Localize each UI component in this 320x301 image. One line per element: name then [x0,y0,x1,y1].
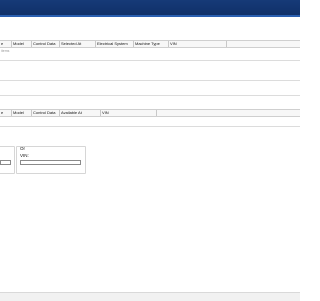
column-header-control-data[interactable]: Control Data [32,41,60,47]
column-header-electrical-system[interactable]: Electrical System [96,41,134,47]
column-header-machine-type[interactable]: Machine Type [134,41,169,47]
column-header-selected-at[interactable]: Selected At [60,41,96,47]
column-header-model[interactable]: Model [12,110,32,116]
column-header-model[interactable]: Model [12,41,32,47]
available-grid-header: e Model Control Data Available At VIN [0,109,300,117]
titlebar-accent-line [0,15,300,17]
column-header-filler [227,41,300,47]
selected-grid-header: e Model Control Data Selected At Electri… [0,40,300,48]
divider [0,60,300,61]
or-label: Or [20,146,25,151]
column-header[interactable]: e [0,110,12,116]
column-header-control-data[interactable]: Control Data [32,110,60,116]
column-header-vin[interactable]: VIN [169,41,227,47]
column-header-available-at[interactable]: Available At [60,110,101,116]
divider [0,126,300,127]
vin-label: VIN: [20,153,29,158]
vin-input[interactable] [20,160,81,165]
divider [0,95,300,96]
column-header[interactable]: e [0,41,12,47]
column-header-vin[interactable]: VIN [101,110,157,116]
column-header-filler [157,110,300,116]
search-left-input[interactable] [0,160,11,165]
grid-empty-hint: items [1,49,10,53]
divider [0,80,300,81]
